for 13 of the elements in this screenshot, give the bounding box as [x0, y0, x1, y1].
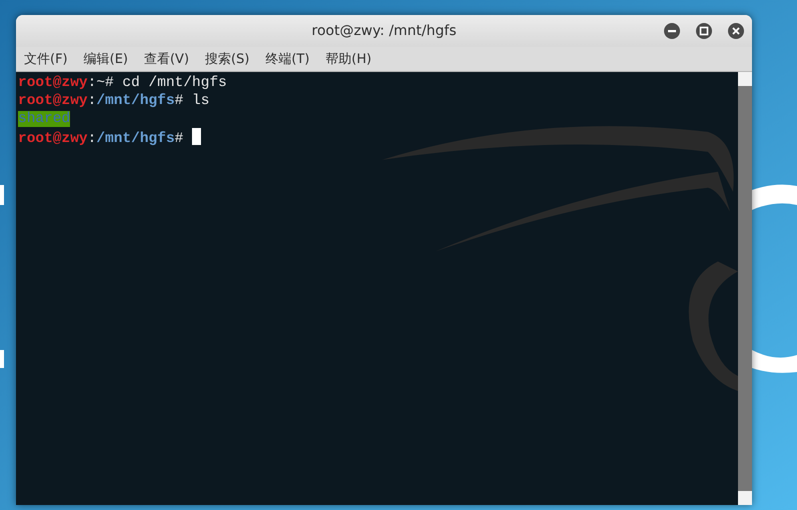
terminal-line: root@zwy:~# cd /mnt/hgfs	[18, 74, 227, 92]
menu-item[interactable]: 查看(V)	[144, 50, 196, 68]
menu-item[interactable]: 编辑(E)	[84, 50, 134, 68]
close-icon[interactable]	[728, 23, 744, 39]
terminal-line: root@zwy:/mnt/hgfs# ls	[18, 92, 210, 110]
minimize-icon[interactable]	[664, 23, 680, 39]
maximize-icon[interactable]	[696, 23, 712, 39]
menu-item[interactable]: 帮助(H)	[326, 50, 378, 68]
menu-item[interactable]: 文件(F)	[24, 50, 74, 68]
menu-item[interactable]: 终端(T)	[265, 50, 316, 68]
menu-item[interactable]: 搜索(S)	[205, 50, 256, 68]
window-title: root@zwy: /mnt/hgfs	[310, 23, 458, 39]
terminal-line: root@zwy:/mnt/hgfs#	[18, 128, 202, 148]
